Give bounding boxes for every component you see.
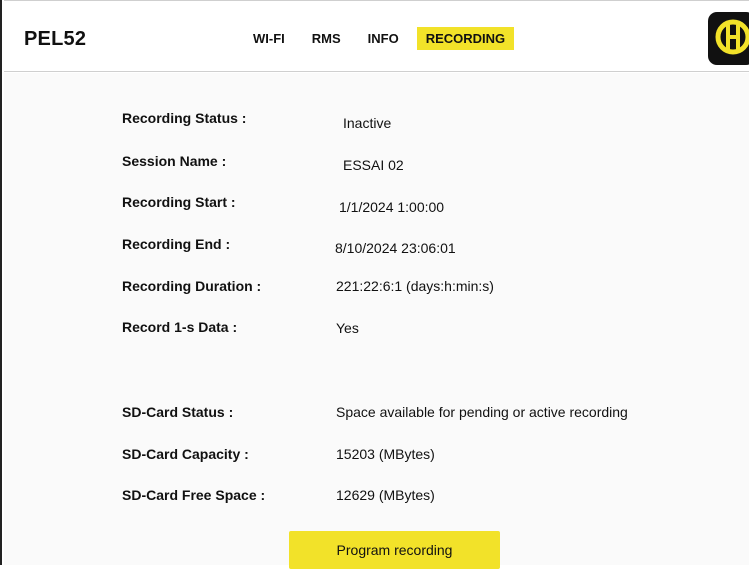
- tab-info[interactable]: INFO: [359, 27, 408, 50]
- sdcard-status-label: SD-Card Status :: [122, 404, 234, 420]
- tab-recording[interactable]: RECORDING: [416, 27, 515, 50]
- recording-duration-label: Recording Duration :: [122, 278, 262, 294]
- sdcard-capacity-value: 15203 (MBytes): [336, 446, 435, 462]
- recording-status-value: Inactive: [343, 115, 392, 131]
- sdcard-status-value: Space available for pending or active re…: [336, 404, 628, 420]
- tab-wifi[interactable]: WI-FI: [244, 27, 294, 50]
- recording-end-label: Recording End :: [122, 236, 231, 252]
- session-name-label: Session Name :: [122, 153, 227, 169]
- sdcard-free-space-label: SD-Card Free Space :: [122, 487, 266, 503]
- record-1s-data-value: Yes: [336, 320, 359, 336]
- recording-end-value: 8/10/2024 23:06:01: [335, 240, 456, 256]
- recording-duration-value: 221:22:6:1 (days:h:min:s): [336, 278, 494, 294]
- program-recording-button[interactable]: Program recording: [289, 531, 500, 569]
- recording-status-label: Recording Status :: [122, 110, 247, 126]
- sdcard-free-space-value: 12629 (MBytes): [336, 487, 435, 503]
- device-name: PEL52: [24, 28, 87, 50]
- nav-tabs: WI-FI RMS INFO RECORDING: [244, 27, 523, 50]
- tab-rms[interactable]: RMS: [303, 27, 350, 50]
- top-navigation-bar: PEL52 WI-FI RMS INFO RECORDING: [4, 0, 749, 72]
- record-1s-data-label: Record 1-s Data :: [122, 319, 238, 335]
- session-name-value: ESSAI 02: [343, 157, 404, 173]
- ca-logo-icon: [708, 12, 749, 65]
- recording-start-value: 1/1/2024 1:00:00: [339, 199, 445, 215]
- sdcard-capacity-label: SD-Card Capacity :: [122, 446, 249, 462]
- app-frame: PEL52 WI-FI RMS INFO RECORDING Recording…: [0, 0, 749, 569]
- recording-start-label: Recording Start :: [122, 194, 236, 210]
